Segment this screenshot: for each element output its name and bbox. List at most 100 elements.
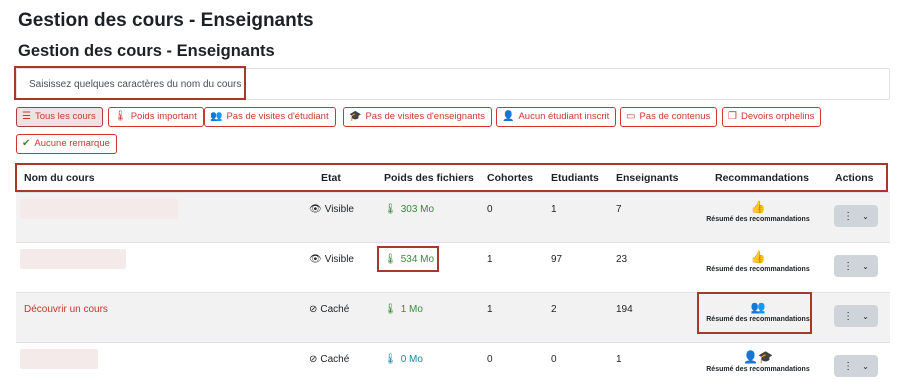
weight-link[interactable]: 🌡 303 Mo xyxy=(384,204,434,215)
recommendation-summary[interactable]: 👍 Résumé des recommandations xyxy=(703,250,813,273)
list-icon: ☰ xyxy=(22,111,31,122)
filter-label: Aucun étudiant inscrit xyxy=(518,111,610,122)
weight-text: 303 Mo xyxy=(400,204,435,215)
filter-label: Devoirs orphelins xyxy=(740,111,815,122)
filter-heavy-weight[interactable]: 🌡 Poids important xyxy=(108,107,204,127)
table-row: Découvrir un cours ⊘ Caché 🌡 1 Mo 1 2 19… xyxy=(16,292,890,342)
recommendation-label: Résumé des recommandations xyxy=(706,316,810,323)
col-actions[interactable]: Actions xyxy=(835,172,874,184)
filter-all-courses[interactable]: ☰ Tous les cours xyxy=(16,107,103,127)
section-title: Gestion des cours - Enseignants xyxy=(18,42,275,60)
recommendation-label: Résumé des recommandations xyxy=(706,266,810,273)
teachers-value: 194 xyxy=(616,304,633,315)
thumbs-up-icon: 👍 xyxy=(750,200,766,214)
table-header: Nom du cours Etat Poids des fichiers Coh… xyxy=(16,165,886,190)
filter-label: Pas de visites d'enseignants xyxy=(365,111,486,122)
weight-link[interactable]: 🌡 1 Mo xyxy=(384,304,423,315)
actions-dropdown-button[interactable]: ⋮ ⌄ xyxy=(834,255,878,277)
students-value: 97 xyxy=(551,254,563,265)
users-icon: 👥 xyxy=(210,111,223,122)
empty-box-icon: ▭ xyxy=(626,111,636,122)
weight-link[interactable]: 🌡 0 Mo xyxy=(384,354,423,365)
filter-no-student-visits[interactable]: 👥 Pas de visites d'étudiant xyxy=(204,107,336,127)
weight-text: 0 Mo xyxy=(400,354,423,365)
col-state[interactable]: Etat xyxy=(321,172,341,184)
actions-dropdown-button[interactable]: ⋮ ⌄ xyxy=(834,305,878,327)
weight-text: 1 Mo xyxy=(400,304,423,315)
col-file-weight[interactable]: Poids des fichiers xyxy=(384,172,474,184)
recommendation-label: Résumé des recommandations xyxy=(706,366,810,373)
table-row: ⊘ Caché 🌡 0 Mo 0 0 1 👤🎓 Résumé des recom… xyxy=(16,342,890,385)
table-row: 👁 Visible 🌡 534 Mo 1 97 23 👍 Résumé des … xyxy=(16,242,890,292)
page-title: Gestion des cours - Enseignants xyxy=(18,10,314,31)
filter-label: Aucune remarque xyxy=(34,138,110,149)
students-value: 2 xyxy=(551,304,557,315)
copy-icon: ❐ xyxy=(728,111,737,122)
table-row: 👁 Visible 🌡 303 Mo 0 1 7 👍 Résumé des re… xyxy=(16,192,890,242)
users-icon: 👥 xyxy=(750,300,766,314)
filter-label: Pas de visites d'étudiant xyxy=(226,111,329,122)
recommendation-summary[interactable]: 👍 Résumé des recommandations xyxy=(703,200,813,223)
recommendation-summary[interactable]: 👥 Résumé des recommandations xyxy=(703,300,813,323)
eye-slash-icon: ⊘ xyxy=(309,304,318,315)
thermometer-icon: 🌡 xyxy=(114,111,127,122)
weight-text: 534 Mo xyxy=(400,254,435,265)
state-text: Visible xyxy=(324,204,354,215)
thumbs-up-icon: 👍 xyxy=(750,250,766,264)
thermometer-icon: 🌡 xyxy=(384,304,397,315)
col-recommendations[interactable]: Recommandations xyxy=(715,172,809,184)
user-graduation-cap-icon: 👤🎓 xyxy=(743,350,773,364)
kebab-icon: ⋮ xyxy=(843,360,854,372)
course-search-box xyxy=(16,68,890,100)
cohorts-value: 1 xyxy=(487,304,493,315)
thermometer-icon: 🌡 xyxy=(384,204,397,215)
actions-dropdown-button[interactable]: ⋮ ⌄ xyxy=(834,205,878,227)
thermometer-icon: 🌡 xyxy=(384,354,397,365)
thermometer-icon: 🌡 xyxy=(384,254,397,265)
filter-label: Pas de contenus xyxy=(639,111,711,122)
col-cohorts[interactable]: Cohortes xyxy=(487,172,533,184)
col-teachers[interactable]: Enseignants xyxy=(616,172,678,184)
kebab-icon: ⋮ xyxy=(843,260,854,272)
course-link[interactable]: Découvrir un cours xyxy=(24,304,108,315)
chevron-down-icon: ⌄ xyxy=(862,311,869,321)
col-students[interactable]: Etudiants xyxy=(551,172,599,184)
weight-link[interactable]: 🌡 534 Mo xyxy=(384,254,434,265)
eye-icon: 👁 xyxy=(309,204,322,215)
filter-no-remarks[interactable]: ✔ Aucune remarque xyxy=(16,134,117,154)
filter-no-content[interactable]: ▭ Pas de contenus xyxy=(620,107,718,127)
redacted-course-name xyxy=(20,199,178,219)
students-value: 0 xyxy=(551,354,557,365)
user-icon: 👤 xyxy=(502,111,515,122)
cohorts-value: 0 xyxy=(487,204,493,215)
filter-label: Poids important xyxy=(130,111,197,122)
filter-no-students-enrolled[interactable]: 👤 Aucun étudiant inscrit xyxy=(496,107,617,127)
eye-slash-icon: ⊘ xyxy=(309,354,318,365)
recommendation-label: Résumé des recommandations xyxy=(706,216,810,223)
graduation-cap-icon: 🎓 xyxy=(349,111,362,122)
teachers-value: 1 xyxy=(616,354,622,365)
state-text: Caché xyxy=(320,304,350,315)
students-value: 1 xyxy=(551,204,557,215)
course-search-input[interactable] xyxy=(29,69,259,99)
filter-no-teacher-visits[interactable]: 🎓 Pas de visites d'enseignants xyxy=(343,107,493,127)
filter-orphan-assignments[interactable]: ❐ Devoirs orphelins xyxy=(722,107,822,127)
kebab-icon: ⋮ xyxy=(843,310,854,322)
state-text: Visible xyxy=(324,254,354,265)
chevron-down-icon: ⌄ xyxy=(862,261,869,271)
chevron-down-icon: ⌄ xyxy=(862,361,869,371)
state-text: Caché xyxy=(320,354,350,365)
redacted-course-name xyxy=(20,249,126,269)
col-course-name[interactable]: Nom du cours xyxy=(24,172,95,184)
chevron-down-icon: ⌄ xyxy=(862,211,869,221)
cohorts-value: 1 xyxy=(487,254,493,265)
kebab-icon: ⋮ xyxy=(843,210,854,222)
actions-dropdown-button[interactable]: ⋮ ⌄ xyxy=(834,355,878,377)
teachers-value: 7 xyxy=(616,204,622,215)
cohorts-value: 0 xyxy=(487,354,493,365)
recommendation-summary[interactable]: 👤🎓 Résumé des recommandations xyxy=(703,350,813,373)
eye-icon: 👁 xyxy=(309,254,322,265)
teachers-value: 23 xyxy=(616,254,628,265)
redacted-course-name xyxy=(20,349,98,369)
filter-label: Tous les cours xyxy=(34,111,96,122)
